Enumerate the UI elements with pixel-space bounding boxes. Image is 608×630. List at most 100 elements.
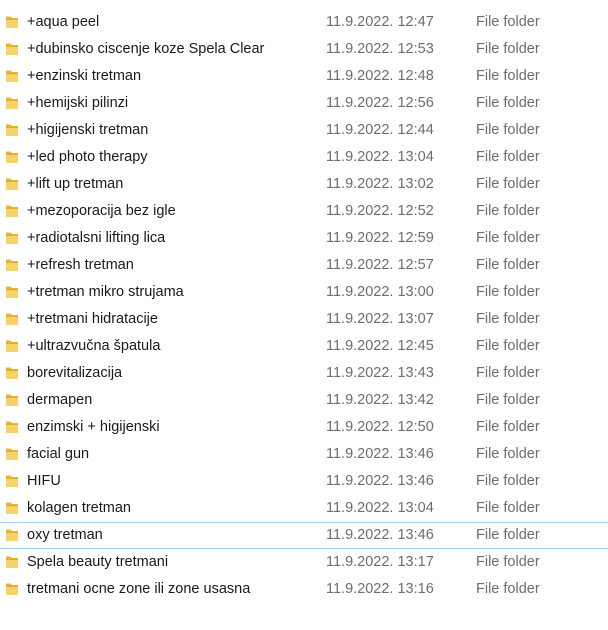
file-name: +refresh tretman bbox=[27, 257, 134, 273]
folder-icon bbox=[5, 41, 19, 57]
file-row[interactable]: dermapen 11.9.2022. 13:42 File folder bbox=[0, 387, 608, 414]
file-type: File folder bbox=[476, 554, 540, 570]
file-row[interactable]: +mezoporacija bez igle 11.9.2022. 12:52 … bbox=[0, 198, 608, 225]
date-modified: 11.9.2022. 12:56 bbox=[326, 95, 434, 111]
file-name: +aqua peel bbox=[27, 14, 100, 30]
file-type: File folder bbox=[476, 581, 540, 597]
folder-icon bbox=[5, 365, 19, 381]
date-modified: 11.9.2022. 12:47 bbox=[326, 14, 434, 30]
file-type: File folder bbox=[476, 41, 540, 57]
date-modified: 11.9.2022. 12:48 bbox=[326, 68, 434, 84]
folder-icon bbox=[5, 311, 19, 327]
file-row[interactable]: +tretmani hidratacije 11.9.2022. 13:07 F… bbox=[0, 306, 608, 333]
file-name: +tretmani hidratacije bbox=[27, 311, 158, 327]
date-modified: 11.9.2022. 12:45 bbox=[326, 338, 434, 354]
folder-icon bbox=[5, 284, 19, 300]
folder-icon bbox=[5, 230, 19, 246]
folder-icon bbox=[5, 95, 19, 111]
file-row[interactable]: +radiotalsni lifting lica 11.9.2022. 12:… bbox=[0, 225, 608, 252]
date-modified: 11.9.2022. 12:52 bbox=[326, 203, 434, 219]
file-type: File folder bbox=[476, 338, 540, 354]
file-type: File folder bbox=[476, 392, 540, 408]
file-type: File folder bbox=[476, 473, 540, 489]
folder-icon bbox=[5, 257, 19, 273]
folder-icon bbox=[5, 176, 19, 192]
folder-icon bbox=[5, 392, 19, 408]
file-name: +hemijski pilinzi bbox=[27, 95, 129, 111]
file-type: File folder bbox=[476, 257, 540, 273]
folder-icon bbox=[5, 473, 19, 489]
file-type: File folder bbox=[476, 149, 540, 165]
file-type: File folder bbox=[476, 95, 540, 111]
folder-icon bbox=[5, 122, 19, 138]
date-modified: 11.9.2022. 12:53 bbox=[326, 41, 434, 57]
file-row[interactable]: kolagen tretman 11.9.2022. 13:04 File fo… bbox=[0, 495, 608, 522]
file-type: File folder bbox=[476, 14, 540, 30]
file-row[interactable]: tretmani ocne zone ili zone usasna 11.9.… bbox=[0, 576, 608, 603]
file-row[interactable]: +aqua peel 11.9.2022. 12:47 File folder bbox=[0, 9, 608, 36]
file-type: File folder bbox=[476, 311, 540, 327]
file-name: facial gun bbox=[27, 446, 90, 462]
date-modified: 11.9.2022. 12:57 bbox=[326, 257, 434, 273]
file-row[interactable]: +hemijski pilinzi 11.9.2022. 12:56 File … bbox=[0, 90, 608, 117]
file-name: HIFU bbox=[27, 473, 61, 489]
file-name: +led photo therapy bbox=[27, 149, 148, 165]
date-modified: 11.9.2022. 13:42 bbox=[326, 392, 434, 408]
date-modified: 11.9.2022. 13:43 bbox=[326, 365, 434, 381]
file-row[interactable]: +tretman mikro strujama 11.9.2022. 13:00… bbox=[0, 279, 608, 306]
date-modified: 11.9.2022. 13:02 bbox=[326, 176, 434, 192]
folder-icon bbox=[5, 581, 19, 597]
file-name: +enzinski tretman bbox=[27, 68, 142, 84]
date-modified: 11.9.2022. 12:59 bbox=[326, 230, 434, 246]
file-row[interactable]: +dubinsko ciscenje koze Spela Clear 11.9… bbox=[0, 36, 608, 63]
file-row[interactable]: HIFU 11.9.2022. 13:46 File folder bbox=[0, 468, 608, 495]
file-name: borevitalizacija bbox=[27, 365, 123, 381]
file-type: File folder bbox=[476, 527, 540, 543]
date-modified: 11.9.2022. 13:46 bbox=[326, 527, 434, 543]
date-modified: 11.9.2022. 12:44 bbox=[326, 122, 434, 138]
file-type: File folder bbox=[476, 446, 540, 462]
file-row[interactable]: borevitalizacija 11.9.2022. 13:43 File f… bbox=[0, 360, 608, 387]
folder-icon bbox=[5, 419, 19, 435]
folder-icon bbox=[5, 203, 19, 219]
date-modified: 11.9.2022. 13:17 bbox=[326, 554, 434, 570]
file-row[interactable]: +led photo therapy 11.9.2022. 13:04 File… bbox=[0, 144, 608, 171]
file-type: File folder bbox=[476, 284, 540, 300]
folder-icon bbox=[5, 14, 19, 30]
file-name: Spela beauty tretmani bbox=[27, 554, 169, 570]
file-row[interactable]: +refresh tretman 11.9.2022. 12:57 File f… bbox=[0, 252, 608, 279]
file-list: +aqua peel 11.9.2022. 12:47 File folder … bbox=[0, 0, 608, 603]
folder-icon bbox=[5, 500, 19, 516]
date-modified: 11.9.2022. 13:46 bbox=[326, 446, 434, 462]
file-row[interactable]: +lift up tretman 11.9.2022. 13:02 File f… bbox=[0, 171, 608, 198]
file-type: File folder bbox=[476, 500, 540, 516]
date-modified: 11.9.2022. 13:07 bbox=[326, 311, 434, 327]
file-name: +tretman mikro strujama bbox=[27, 284, 184, 300]
date-modified: 11.9.2022. 13:04 bbox=[326, 149, 434, 165]
date-modified: 11.9.2022. 12:50 bbox=[326, 419, 434, 435]
folder-icon bbox=[5, 446, 19, 462]
folder-icon bbox=[5, 554, 19, 570]
date-modified: 11.9.2022. 13:46 bbox=[326, 473, 434, 489]
folder-icon bbox=[5, 527, 19, 543]
file-type: File folder bbox=[476, 203, 540, 219]
file-name: +dubinsko ciscenje koze Spela Clear bbox=[27, 41, 265, 57]
folder-icon bbox=[5, 68, 19, 84]
file-row[interactable]: Spela beauty tretmani 11.9.2022. 13:17 F… bbox=[0, 549, 608, 576]
file-name: +ultrazvučna špatula bbox=[27, 338, 161, 354]
file-name: kolagen tretman bbox=[27, 500, 131, 516]
file-row[interactable]: oxy tretman 11.9.2022. 13:46 File folder bbox=[0, 522, 608, 549]
date-modified: 11.9.2022. 13:00 bbox=[326, 284, 434, 300]
file-row[interactable]: +ultrazvučna špatula 11.9.2022. 12:45 Fi… bbox=[0, 333, 608, 360]
file-name: dermapen bbox=[27, 392, 93, 408]
file-row[interactable]: +higijenski tretman 11.9.2022. 12:44 Fil… bbox=[0, 117, 608, 144]
file-name: oxy tretman bbox=[27, 527, 103, 543]
file-type: File folder bbox=[476, 365, 540, 381]
file-row[interactable]: +enzinski tretman 11.9.2022. 12:48 File … bbox=[0, 63, 608, 90]
file-name: +mezoporacija bez igle bbox=[27, 203, 176, 219]
file-name: tretmani ocne zone ili zone usasna bbox=[27, 581, 251, 597]
file-row[interactable]: enzimski + higijenski 11.9.2022. 12:50 F… bbox=[0, 414, 608, 441]
file-type: File folder bbox=[476, 176, 540, 192]
file-row[interactable]: facial gun 11.9.2022. 13:46 File folder bbox=[0, 441, 608, 468]
file-name: +lift up tretman bbox=[27, 176, 124, 192]
